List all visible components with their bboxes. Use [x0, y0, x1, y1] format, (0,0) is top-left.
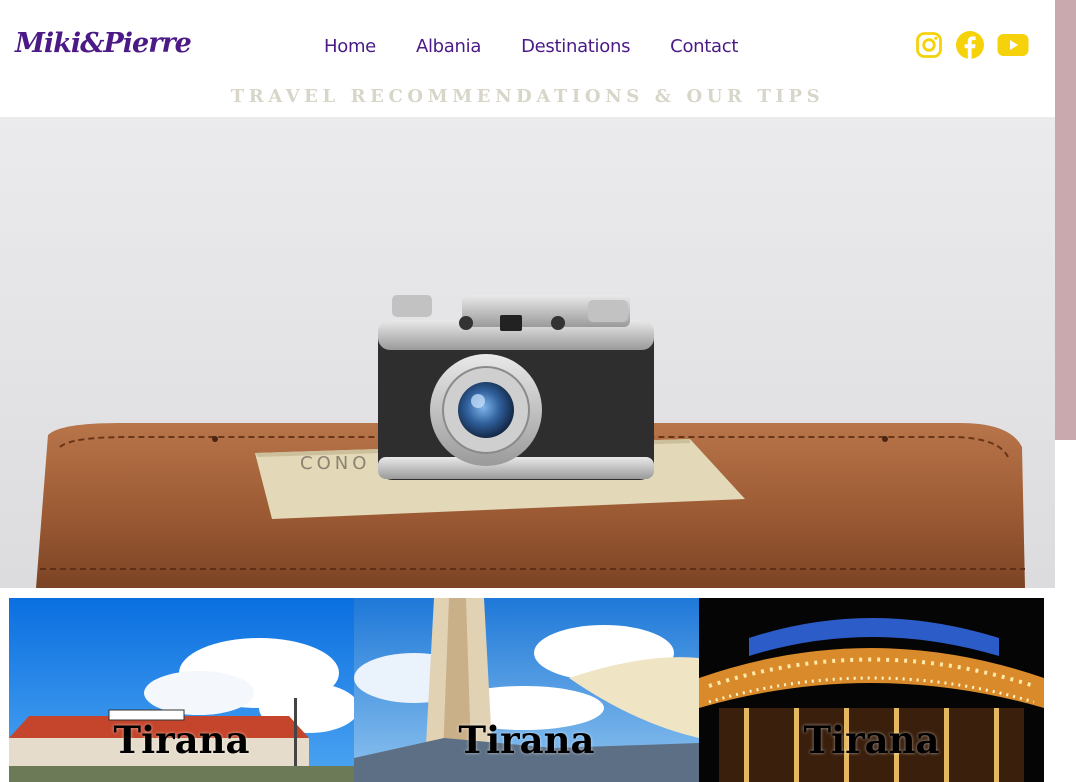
- facebook-icon[interactable]: [955, 30, 985, 60]
- tile-label: Tirana: [803, 718, 940, 762]
- nav-contact[interactable]: Contact: [670, 36, 738, 57]
- side-accent-strip: [1055, 0, 1076, 440]
- destination-tile[interactable]: Tirana: [9, 598, 354, 782]
- tile-label: Tirana: [458, 718, 595, 762]
- destination-tiles: Tirana Tirana Tirana: [9, 598, 1044, 782]
- main-nav: Home Albania Destinations Contact: [324, 36, 738, 57]
- social-links: [915, 30, 1029, 60]
- destination-tile[interactable]: Tirana: [699, 598, 1044, 782]
- site-header: Miki&Pierre Home Albania Destinations Co…: [0, 0, 1055, 117]
- instagram-icon[interactable]: [915, 31, 943, 59]
- site-logo[interactable]: Miki&Pierre: [15, 28, 192, 59]
- tile-label: Tirana: [113, 718, 250, 762]
- nav-destinations[interactable]: Destinations: [521, 36, 630, 57]
- hero-image: CONO: [0, 117, 1055, 588]
- svg-text:CONO: CONO: [300, 453, 370, 474]
- youtube-icon[interactable]: [997, 33, 1029, 57]
- destination-tile[interactable]: Tirana: [354, 598, 699, 782]
- nav-home[interactable]: Home: [324, 36, 376, 57]
- site-tagline: TRAVEL RECOMMENDATIONS & OUR TIPS: [230, 86, 825, 107]
- nav-albania[interactable]: Albania: [416, 36, 481, 57]
